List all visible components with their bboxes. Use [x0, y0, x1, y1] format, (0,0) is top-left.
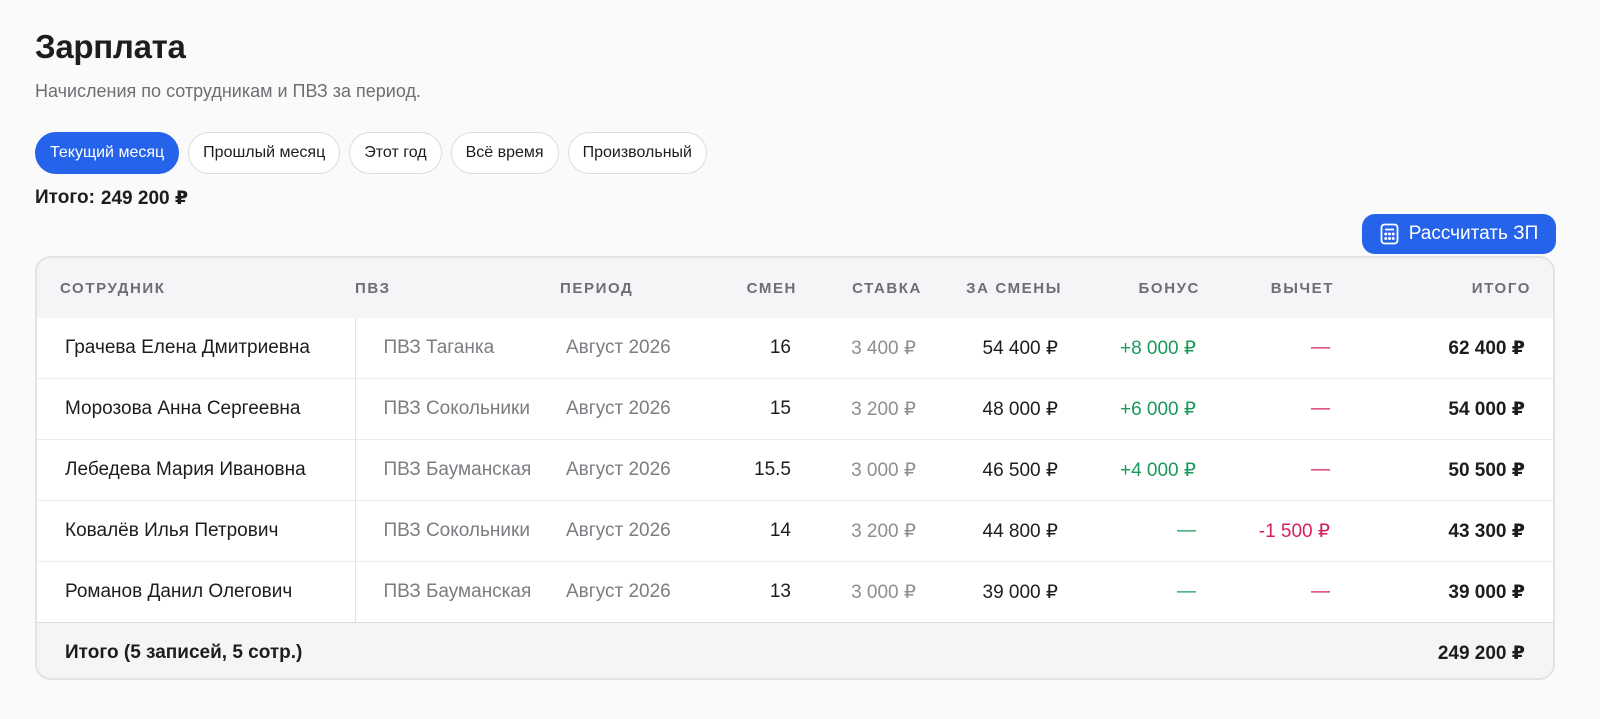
cell-deduction: — — [1220, 561, 1354, 623]
table-row[interactable]: Лебедева Мария Ивановна ПВЗ Бауманская А… — [37, 439, 1553, 501]
cell-shifts: 16 — [769, 337, 791, 358]
col-header-rate[interactable]: СТАВКА — [815, 258, 940, 318]
cell-total: 39 000 ₽ — [1354, 561, 1553, 623]
col-header-period[interactable]: ПЕРИОД — [560, 258, 715, 318]
cell-shift-sum: 46 500 ₽ — [940, 439, 1082, 501]
period-filter-group: Текущий месяц Прошлый месяц Этот год Всё… — [35, 132, 707, 174]
cell-pvz: ПВЗ Таганка — [383, 337, 495, 358]
table-row[interactable]: Ковалёв Илья Петрович ПВЗ Сокольники Авг… — [37, 500, 1553, 562]
cell-rate: 3 400 ₽ — [851, 337, 916, 359]
cell-deduction: — — [1220, 378, 1354, 440]
cell-deduction: — — [1220, 439, 1354, 501]
calculator-icon — [1380, 223, 1399, 245]
cell-bonus: — — [1082, 500, 1220, 562]
cell-employee: Романов Данил Олегович — [37, 561, 356, 623]
cell-employee: Ковалёв Илья Петрович — [37, 500, 356, 562]
cell-period: Август 2026 — [560, 378, 715, 440]
cell-rate: 3 000 ₽ — [815, 439, 940, 501]
salary-page: Зарплата Начисления по сотрудникам и ПВЗ… — [0, 0, 1600, 719]
footer-summary-label: Итого (5 записей, 5 сотр.) — [37, 622, 1354, 678]
col-header-shift-sum[interactable]: ЗА СМЕНЫ — [940, 258, 1082, 318]
col-header-shifts[interactable]: СМЕН — [715, 258, 815, 318]
cell-bonus: — — [1082, 561, 1220, 623]
col-header-total[interactable]: ИТОГО — [1354, 258, 1553, 318]
salary-table-card: СОТРУДНИК ПВЗ ПЕРИОД СМЕН СТАВКА ЗА СМЕН… — [35, 256, 1555, 680]
cell-shift-sum: 48 000 ₽ — [940, 378, 1082, 440]
cell-deduction: -1 500 ₽ — [1220, 500, 1354, 562]
cell-employee: Грачева Елена Дмитриевна — [37, 318, 356, 379]
table-row[interactable]: Морозова Анна Сергеевна ПВЗ Сокольники А… — [37, 378, 1553, 440]
cell-bonus: +8 000 ₽ — [1119, 337, 1196, 359]
cell-rate: 3 000 ₽ — [815, 561, 940, 623]
filter-last-month[interactable]: Прошлый месяц — [188, 132, 341, 174]
cell-pvz: ПВЗ Бауманская — [355, 561, 560, 623]
filter-current-month[interactable]: Текущий месяц — [35, 132, 180, 174]
cell-rate: 3 200 ₽ — [815, 378, 940, 440]
cell-total: 54 000 ₽ — [1354, 378, 1553, 440]
footer-total-value: 249 200 ₽ — [1354, 622, 1553, 678]
col-header-employee[interactable]: СОТРУДНИК — [37, 258, 355, 318]
cell-total: 43 300 ₽ — [1354, 500, 1553, 562]
cell-shifts: 14 — [715, 500, 815, 562]
cell-deduction: — — [1311, 337, 1330, 358]
grand-total: Итого: 249 200 ₽ — [35, 187, 188, 210]
calculate-salary-label: Рассчитать ЗП — [1408, 223, 1539, 244]
cell-shifts: 13 — [715, 561, 815, 623]
col-header-bonus[interactable]: БОНУС — [1082, 258, 1220, 318]
cell-rate: 3 200 ₽ — [815, 500, 940, 562]
cell-shift-sum: 54 400 ₽ — [982, 337, 1058, 359]
cell-employee: Лебедева Мария Ивановна — [37, 439, 356, 501]
filter-custom[interactable]: Произвольный — [567, 132, 707, 174]
cell-shift-sum: 44 800 ₽ — [940, 500, 1082, 562]
cell-period: Август 2026 — [566, 337, 671, 358]
page-title: Зарплата — [35, 28, 186, 65]
salary-table: СОТРУДНИК ПВЗ ПЕРИОД СМЕН СТАВКА ЗА СМЕН… — [37, 258, 1553, 678]
table-footer-row: Итого (5 записей, 5 сотр.) 249 200 ₽ — [37, 622, 1553, 678]
filter-all-time[interactable]: Всё время — [450, 132, 559, 174]
cell-bonus: +6 000 ₽ — [1082, 378, 1220, 440]
col-header-deduction[interactable]: ВЫЧЕТ — [1220, 258, 1354, 318]
page-subtitle: Начисления по сотрудникам и ПВЗ за перио… — [35, 81, 421, 101]
grand-total-value: 249 200 ₽ — [100, 188, 189, 209]
filter-this-year[interactable]: Этот год — [349, 132, 442, 174]
cell-total: 62 400 ₽ — [1448, 337, 1525, 359]
col-header-pvz[interactable]: ПВЗ — [355, 258, 560, 318]
cell-total: 50 500 ₽ — [1354, 439, 1553, 501]
cell-bonus: +4 000 ₽ — [1082, 439, 1220, 501]
cell-period: Август 2026 — [560, 500, 715, 562]
table-header-row: СОТРУДНИК ПВЗ ПЕРИОД СМЕН СТАВКА ЗА СМЕН… — [37, 258, 1553, 318]
table-row[interactable]: Романов Данил Олегович ПВЗ Бауманская Ав… — [37, 561, 1553, 623]
cell-pvz: ПВЗ Сокольники — [355, 500, 560, 562]
table-row[interactable]: Грачева Елена Дмитриевна ПВЗ Таганка Авг… — [37, 318, 1553, 379]
cell-pvz: ПВЗ Сокольники — [355, 378, 560, 440]
cell-employee: Морозова Анна Сергеевна — [37, 378, 356, 440]
cell-shifts: 15.5 — [715, 439, 815, 501]
cell-pvz: ПВЗ Бауманская — [355, 439, 560, 501]
cell-shift-sum: 39 000 ₽ — [940, 561, 1082, 623]
grand-total-label: Итого: — [35, 187, 95, 208]
cell-shifts: 15 — [715, 378, 815, 440]
calculate-salary-button[interactable]: Рассчитать ЗП — [1362, 214, 1556, 254]
cell-period: Август 2026 — [560, 561, 715, 623]
cell-period: Август 2026 — [560, 439, 715, 501]
